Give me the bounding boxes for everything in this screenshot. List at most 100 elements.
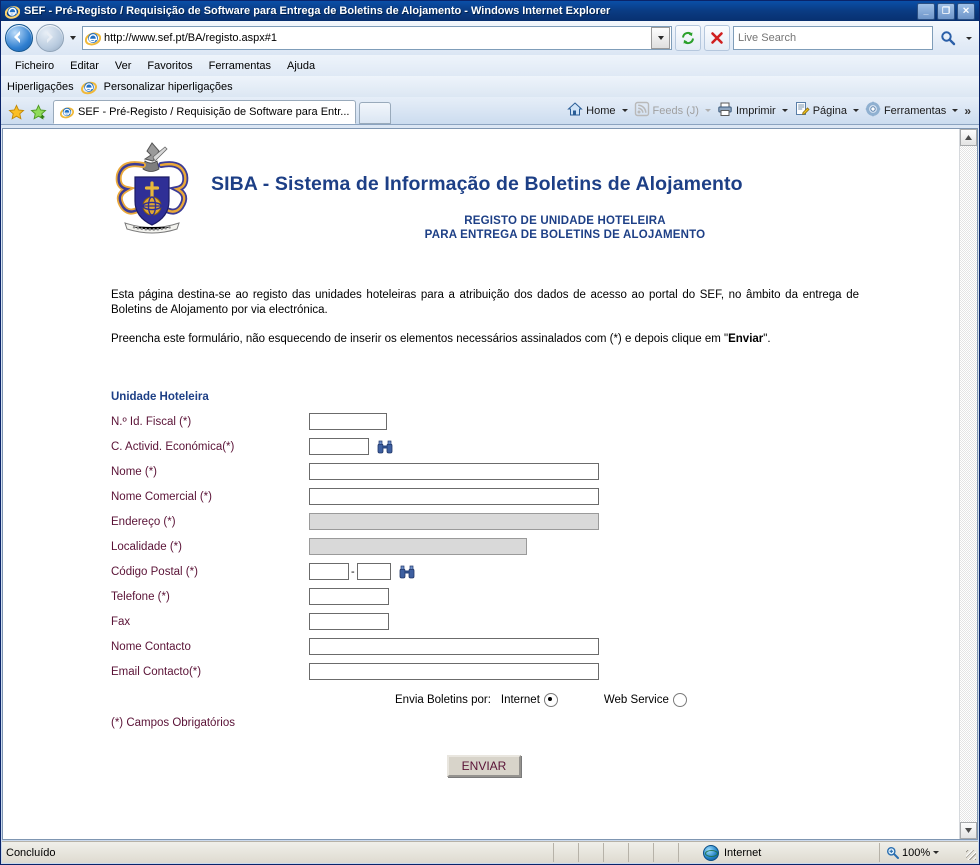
label-nome: Nome (*): [111, 465, 158, 478]
add-to-favorites-button[interactable]: [27, 100, 49, 124]
minimize-button[interactable]: _: [917, 2, 935, 20]
home-button[interactable]: Home: [563, 99, 619, 122]
address-history-dropdown[interactable]: [651, 27, 670, 49]
security-zone[interactable]: Internet: [679, 843, 880, 862]
search-provider-dropdown[interactable]: [963, 25, 975, 51]
nome-contacto-input[interactable]: [309, 638, 599, 655]
scroll-up-button[interactable]: [960, 129, 977, 146]
vertical-scrollbar[interactable]: [959, 129, 977, 839]
nome-input[interactable]: [309, 463, 599, 480]
page-header: SIBA - Sistema de Informação de Boletins…: [3, 129, 959, 242]
globe-icon: [703, 844, 719, 861]
close-icon: ✕: [962, 5, 970, 16]
print-dropdown[interactable]: [780, 100, 790, 122]
enviar-emphasis: Enviar: [728, 333, 764, 345]
search-box[interactable]: [733, 26, 933, 50]
printer-icon: [717, 101, 733, 120]
menu-ver[interactable]: Ver: [107, 58, 140, 74]
zoom-control[interactable]: 100%: [880, 843, 978, 862]
address-bar[interactable]: http://www.sef.pt/BA/registo.aspx#1: [82, 26, 672, 50]
refresh-button[interactable]: [675, 25, 701, 51]
zoom-magnifier-icon: [886, 846, 899, 859]
email-contacto-input[interactable]: [309, 663, 599, 680]
delivery-option-webservice-label: Web Service: [603, 694, 669, 706]
tab-label: SEF - Pré-Registo / Requisição de Softwa…: [78, 106, 350, 118]
delivery-option-webservice[interactable]: Web Service: [604, 693, 687, 707]
form-row-telefone: Telefone (*): [111, 584, 959, 609]
form-row-nif: N.º Id. Fiscal (*): [111, 409, 959, 434]
label-endereco: Endereço (*): [111, 515, 176, 528]
codigo-postal-part1-input[interactable]: [309, 563, 349, 580]
web-page: SIBA - Sistema de Informação de Boletins…: [3, 129, 959, 839]
codigo-postal-part2-input[interactable]: [356, 563, 391, 580]
nome-comercial-input[interactable]: [309, 488, 599, 505]
page-dropdown[interactable]: [851, 100, 861, 122]
submit-row: ENVIAR: [111, 755, 959, 777]
gear-icon: [865, 101, 881, 120]
back-button[interactable]: [5, 24, 33, 52]
search-go-button[interactable]: [936, 26, 960, 50]
command-bar-overflow-button[interactable]: »: [960, 104, 975, 118]
intro-paragraph-2-post: ".: [763, 333, 771, 345]
minimize-icon: _: [923, 5, 929, 16]
home-dropdown[interactable]: [620, 100, 630, 122]
security-zone-label: Internet: [724, 846, 762, 859]
new-tab-button[interactable]: [359, 102, 392, 124]
form-row-email-contacto: Email Contacto(*): [111, 659, 959, 684]
form-row-nome: Nome (*): [111, 459, 959, 484]
forward-button[interactable]: [36, 24, 64, 52]
customize-links-link[interactable]: Personalizar hiperligações: [102, 81, 235, 93]
recent-pages-dropdown[interactable]: [67, 25, 79, 51]
nif-input[interactable]: [309, 413, 387, 430]
window-title: SEF - Pré-Registo / Requisição de Softwa…: [24, 5, 611, 17]
chevron-down-icon: [966, 36, 972, 40]
telefone-input[interactable]: [309, 588, 389, 605]
feeds-dropdown[interactable]: [703, 100, 713, 122]
tools-button[interactable]: Ferramentas: [861, 99, 950, 122]
intro-paragraph-2: Preencha este formulário, não esquecendo…: [111, 332, 859, 347]
tools-label: Ferramentas: [883, 104, 947, 117]
form-row-localidade: Localidade (*): [111, 534, 959, 559]
cae-input[interactable]: [309, 438, 369, 455]
menu-favoritos[interactable]: Favoritos: [139, 58, 200, 74]
scroll-down-button[interactable]: [960, 822, 977, 839]
favorites-center-button[interactable]: [5, 100, 27, 124]
intro-text: Esta página destina-se ao registo das un…: [111, 288, 859, 347]
resize-grip[interactable]: [964, 843, 978, 862]
maximize-button[interactable]: ❐: [937, 2, 955, 20]
feeds-label: Feeds (J): [652, 104, 699, 117]
search-input[interactable]: [734, 32, 932, 44]
feeds-button[interactable]: Feeds (J): [630, 99, 703, 122]
delivery-option-internet-radio[interactable]: [543, 693, 558, 707]
fax-input[interactable]: [309, 613, 389, 630]
menu-ficheiro[interactable]: Ficheiro: [7, 58, 62, 74]
menu-ajuda[interactable]: Ajuda: [279, 58, 323, 74]
label-localidade: Localidade (*): [111, 540, 182, 553]
coat-of-arms-icon: [109, 139, 195, 237]
label-email-contacto: Email Contacto(*): [111, 665, 202, 678]
close-button[interactable]: ✕: [957, 2, 975, 20]
tools-dropdown[interactable]: [950, 100, 960, 122]
menu-ferramentas[interactable]: Ferramentas: [201, 58, 279, 74]
print-button[interactable]: Imprimir: [713, 99, 780, 122]
delivery-option-internet[interactable]: Internet: [501, 693, 558, 707]
localidade-input[interactable]: [309, 538, 527, 555]
chevron-down-icon: [781, 109, 788, 112]
codigo-postal-lookup-binoculars-icon[interactable]: [399, 565, 415, 579]
form-group-title: Unidade Hoteleira: [111, 391, 209, 403]
submit-button[interactable]: ENVIAR: [447, 755, 521, 777]
delivery-option-webservice-radio[interactable]: [672, 693, 687, 707]
form-row-nome-comercial: Nome Comercial (*): [111, 484, 959, 509]
scrollbar-track[interactable]: [960, 146, 977, 822]
menu-editar[interactable]: Editar: [62, 58, 107, 74]
feeds-icon: [634, 101, 650, 120]
endereco-input[interactable]: [309, 513, 599, 530]
header-text: SIBA - Sistema de Informação de Boletins…: [195, 139, 959, 242]
zoom-level-label: 100%: [902, 846, 931, 859]
tab-bar: SEF - Pré-Registo / Requisição de Softwa…: [1, 97, 979, 125]
cae-lookup-binoculars-icon[interactable]: [377, 440, 393, 454]
page-button[interactable]: Página: [790, 99, 851, 122]
stop-button[interactable]: [704, 25, 730, 51]
chevron-down-icon[interactable]: [933, 851, 940, 854]
browser-tab[interactable]: SEF - Pré-Registo / Requisição de Softwa…: [53, 100, 357, 124]
